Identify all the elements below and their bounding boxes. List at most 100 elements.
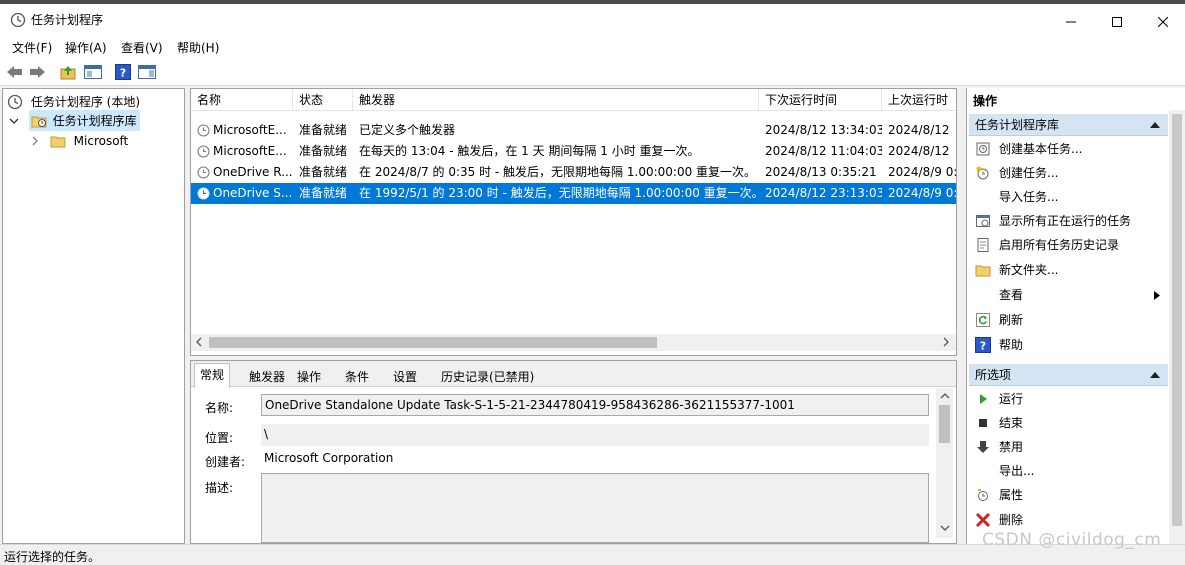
maximize-button[interactable] [1094,8,1140,36]
scroll-up-icon[interactable] [940,392,950,400]
task-name-cell: MicrosoftE... [197,141,293,162]
action-delete[interactable]: 删除 [969,508,1168,532]
column-header-next-run[interactable]: 下次运行时间 [759,89,882,111]
refresh-icon [975,312,991,328]
actions-vertical-scrollbar[interactable] [1169,110,1185,544]
author-label: 创建者: [205,455,246,469]
action-enable-history[interactable]: 启用所有任务历史记录 [969,233,1168,257]
folder-icon [50,133,66,149]
task-name-cell: OneDrive S... [197,183,293,204]
svg-text:?: ? [120,67,126,80]
task-next-run-cell: 2024/8/12 13:34:03 [765,123,882,137]
menu-view[interactable]: 查看(V) [115,39,169,57]
task-clock-icon [197,187,210,200]
scrollbar-thumb[interactable] [209,337,657,348]
author-field[interactable]: Microsoft Corporation [261,448,929,470]
column-header-last-run[interactable]: 上次运行时 [882,89,956,111]
collapse-icon[interactable] [1150,371,1160,378]
name-field[interactable]: OneDrive Standalone Update Task-S-1-5-21… [261,394,929,416]
folder-clock-icon [31,113,47,129]
scrollbar-thumb[interactable] [1172,114,1182,526]
location-field[interactable]: \ [261,424,929,446]
task-clock-icon [197,124,210,137]
column-header-name[interactable]: 名称 [191,89,293,111]
task-next-run-cell: 2024/8/12 11:04:03 [765,144,882,158]
menu-file[interactable]: 文件(F) [6,39,58,57]
menu-help[interactable]: 帮助(H) [171,39,225,57]
action-help[interactable]: ? 帮助 [969,333,1168,357]
task-status-cell: 准备就绪 [299,186,348,200]
table-row[interactable]: MicrosoftE... 准备就绪 在每天的 13:04 - 触发后，在 1 … [191,141,956,162]
properties-icon [975,487,991,503]
table-row[interactable]: MicrosoftE... 准备就绪 已定义多个触发器 2024/8/12 13… [191,120,956,141]
tree-item-label: 任务计划程序 (本地) [30,94,141,109]
section-header-library[interactable]: 任务计划程序库 [969,114,1168,136]
task-clock-icon [197,145,210,158]
scroll-right-icon[interactable] [942,337,950,347]
table-row-selected[interactable]: OneDrive S... 准备就绪 在 1992/5/1 的 23:00 时 … [191,183,956,204]
tree-item-microsoft[interactable]: Microsoft [30,130,128,150]
action-create-basic-task[interactable]: 创建基本任务... [969,137,1168,161]
task-status-cell: 准备就绪 [299,123,348,137]
task-trigger-cell: 在每天的 13:04 - 触发后，在 1 天 期间每隔 1 小时 重复一次。 [359,144,700,158]
horizontal-scrollbar[interactable] [191,334,956,351]
description-field[interactable] [261,473,929,543]
action-import-task[interactable]: 导入任务... [969,185,1168,209]
action-end[interactable]: 结束 [969,411,1168,435]
tree-item-root[interactable]: 任务计划程序 (本地) [7,91,140,111]
task-status-cell: 准备就绪 [299,144,348,158]
show-hide-console-icon[interactable] [83,62,103,82]
section-header-selected[interactable]: 所选项 [969,364,1168,386]
action-properties[interactable]: 属性 [969,483,1168,507]
running-tasks-icon [975,213,991,229]
help-icon[interactable]: ? [113,62,133,82]
chevron-right-icon[interactable] [30,136,40,146]
submenu-arrow-icon [1154,291,1160,300]
forward-arrow-icon[interactable] [27,62,47,82]
action-export[interactable]: 导出... [969,459,1168,483]
action-show-running-tasks[interactable]: 显示所有正在运行的任务 [969,209,1168,233]
tree-item-label: Microsoft [73,133,129,148]
column-header-status[interactable]: 状态 [293,89,353,111]
action-create-task[interactable]: 创建任务... [969,161,1168,185]
table-row[interactable]: OneDrive R... 准备就绪 在 2024/8/7 的 0:35 时 -… [191,162,956,183]
menu-action[interactable]: 操作(A) [59,39,113,57]
back-arrow-icon[interactable] [5,62,25,82]
tab-actions[interactable]: 操作 [291,365,327,387]
actions-pane: 操作 任务计划程序库 创建基本任务... 创建任务... 导入任务... 显示所… [966,88,1185,544]
tab-general[interactable]: 常规 [194,363,231,388]
minimize-button[interactable] [1048,8,1094,36]
navigation-tree: 任务计划程序 (本地) 任务计划程序库 Microsoft [2,88,185,544]
scroll-down-icon[interactable] [940,524,950,532]
task-trigger-cell: 在 2024/8/7 的 0:35 时 - 触发后，无限期地每隔 1.00:00… [359,165,757,179]
task-last-run-cell: 2024/8/12 [888,123,950,137]
title-bar: 任务计划程序 [0,0,1185,38]
close-button[interactable] [1140,8,1185,36]
column-header-trigger[interactable]: 触发器 [353,89,759,111]
tab-conditions[interactable]: 条件 [339,365,375,387]
action-run[interactable]: 运行 [969,387,1168,411]
tab-triggers[interactable]: 触发器 [243,365,291,387]
tab-history[interactable]: 历史记录(已禁用) [435,365,540,387]
chevron-down-icon[interactable] [9,116,19,126]
action-disable[interactable]: 禁用 [969,435,1168,459]
show-hide-action-pane-icon[interactable] [137,62,157,82]
vertical-scrollbar[interactable] [936,388,953,538]
clock-icon [7,94,23,110]
history-icon [975,237,991,253]
up-folder-icon[interactable] [58,62,78,82]
action-refresh[interactable]: 刷新 [969,308,1168,332]
task-list-header: 名称 状态 触发器 下次运行时间 上次运行时 [191,89,956,111]
tree-item-label: 任务计划程序库 [52,113,137,128]
scroll-left-icon[interactable] [195,337,203,347]
action-new-folder[interactable]: 新文件夹... [969,258,1168,282]
task-name-cell: OneDrive R... [197,162,293,183]
collapse-icon[interactable] [1150,121,1160,128]
delete-icon [975,512,991,528]
action-view[interactable]: 查看 [969,283,1168,307]
tree-item-library[interactable]: 任务计划程序库 [9,110,140,131]
menu-bar: 文件(F) 操作(A) 查看(V) 帮助(H) [0,38,1185,58]
scrollbar-thumb[interactable] [939,405,950,443]
tab-settings[interactable]: 设置 [387,365,423,387]
tree-item-library-selected: 任务计划程序库 [28,110,140,131]
